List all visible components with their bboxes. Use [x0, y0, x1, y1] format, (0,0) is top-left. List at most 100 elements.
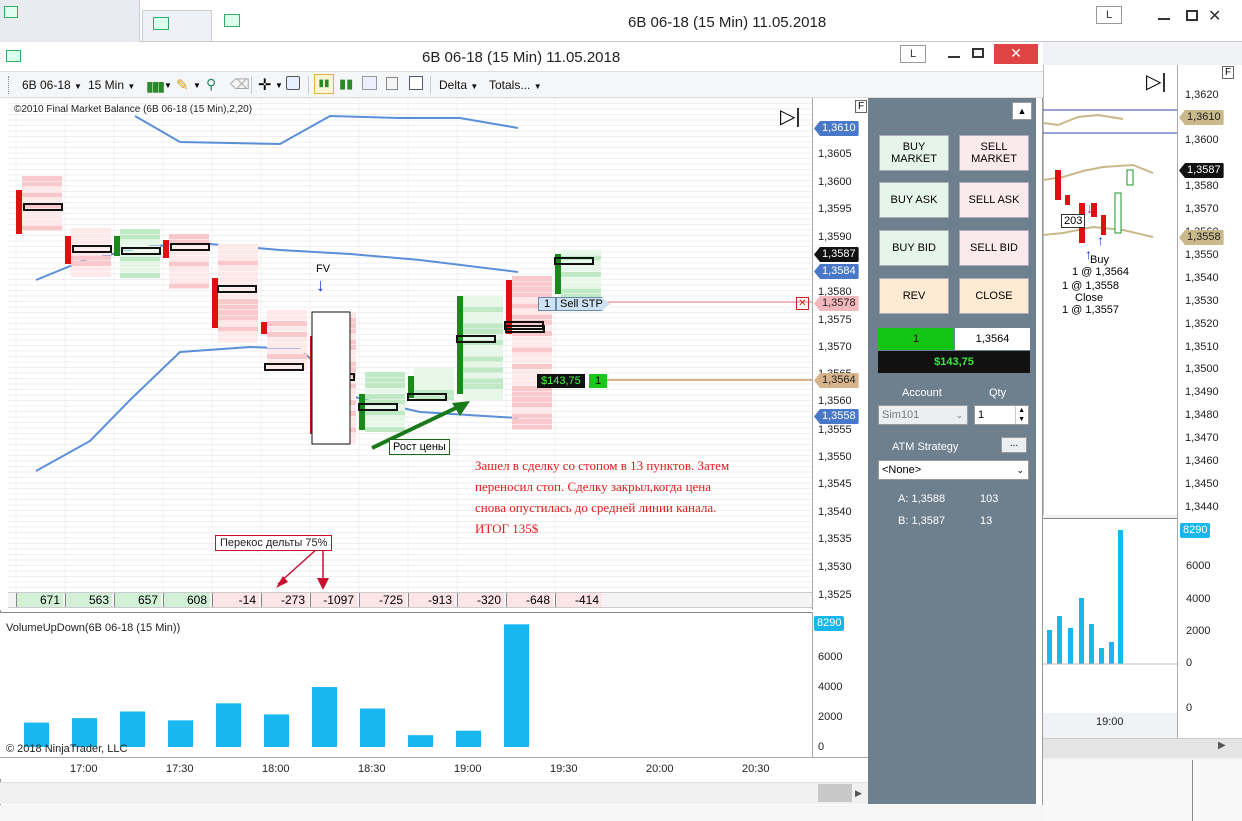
zoom-icon[interactable] [286, 76, 300, 90]
background-tab[interactable] [0, 0, 140, 42]
sell-market-button[interactable]: SELL MARKET [959, 135, 1029, 171]
delta-cell: -913 [408, 593, 455, 607]
bar-chart-icon[interactable]: ▮▮ [314, 74, 334, 94]
atm-select[interactable]: <None> ⌄ [878, 460, 1029, 480]
order-label[interactable]: Sell STP [556, 297, 610, 311]
background-close-button[interactable]: ✕ [1208, 6, 1221, 26]
footprint-cell [22, 226, 62, 231]
maximize-button[interactable] [972, 48, 984, 58]
background-minimize-button[interactable] [1158, 18, 1170, 20]
data-box-icon[interactable] [386, 77, 398, 90]
spinner-down-icon[interactable]: ▼ [1015, 415, 1027, 424]
delta-cell: -414 [555, 593, 602, 607]
position-pnl[interactable]: $143,75 [537, 374, 585, 388]
indicator-icon[interactable]: ▮▮ [339, 76, 353, 92]
position-qty[interactable]: 1 [589, 374, 607, 388]
footprint-cell [365, 389, 405, 394]
account-value: Sim101 [882, 409, 919, 421]
chevron-down-icon: ⌄ [1016, 461, 1024, 479]
footprint-cell [365, 372, 405, 377]
background-maximize-button[interactable] [1186, 10, 1198, 21]
footprint-cell [218, 266, 258, 271]
pencil-icon[interactable]: ✎ [176, 76, 189, 94]
instrument-selector[interactable]: 6B 06-18 ▼ [22, 78, 82, 92]
footprint-cell [365, 416, 405, 421]
candle-bar [163, 240, 169, 258]
footprint-cell [512, 287, 552, 292]
footprint-cell [414, 379, 454, 384]
buy-market-button[interactable]: BUY MARKET [879, 135, 949, 171]
instrument-label: 6B 06-18 [22, 78, 71, 92]
chevron-down-icon[interactable]: ▼ [164, 81, 172, 90]
pin-icon[interactable]: ⚲ [206, 76, 216, 93]
footprint-cell [267, 343, 307, 348]
account-select[interactable]: Sim101 ⌄ [878, 405, 968, 425]
close-position-button[interactable]: CLOSE [959, 278, 1029, 314]
scrollbar-thumb[interactable] [818, 784, 852, 802]
delta-menu[interactable]: Delta ▼ [439, 78, 478, 92]
background-price-tick: 1,3550 [1185, 249, 1219, 261]
background-tab-2[interactable] [142, 10, 212, 42]
chart-icon [6, 50, 21, 62]
window-title: 6B 06-18 (15 Min) 11.05.2018 [422, 49, 620, 66]
footprint-cell [218, 299, 258, 304]
buy-ask-button[interactable]: BUY ASK [879, 182, 949, 218]
reverse-button[interactable]: REV [879, 278, 949, 314]
scroll-right-icon[interactable]: ▶ [855, 788, 862, 799]
footprint-cell [169, 278, 209, 283]
chart-style-icon[interactable]: ▮▮▮ [146, 78, 163, 95]
fv-arrow-icon: ↓ [316, 276, 325, 294]
volume-tick-label: 4000 [818, 681, 842, 693]
volume-label: VolumeUpDown(6B 06-18 (15 Min)) [6, 622, 180, 634]
footprint-cell [169, 273, 209, 278]
chart-icon [153, 17, 169, 30]
chevron-down-icon[interactable]: ▼ [193, 81, 201, 90]
sell-bid-button[interactable]: SELL BID [959, 230, 1029, 266]
properties-icon[interactable] [409, 76, 423, 90]
eraser-icon[interactable]: ⌫ [230, 76, 250, 93]
footprint-cell [218, 272, 258, 277]
background-buy-label: Buy [1090, 254, 1109, 266]
order-qty[interactable]: 1 [538, 297, 556, 311]
link-button[interactable]: L [900, 45, 926, 63]
footprint-cell [512, 353, 552, 358]
horizontal-scrollbar[interactable] [0, 782, 868, 804]
sell-ask-button[interactable]: SELL ASK [959, 182, 1029, 218]
annotation-line: переносил стоп. Сделку закрыл,когда цена [475, 476, 729, 497]
panel-collapse-button[interactable]: ▲ [1012, 102, 1032, 120]
scroll-right-icon[interactable]: ▶ [1218, 740, 1226, 751]
sell-bid-label: SELL BID [970, 242, 1018, 254]
crosshair-icon[interactable]: ✛ [258, 75, 271, 95]
background-fill-2: 1 @ 1,3558 [1062, 280, 1119, 292]
footprint-cell [218, 338, 258, 343]
footprint-cell [512, 419, 552, 424]
f-label[interactable]: F [855, 100, 867, 113]
footprint-cell [512, 397, 552, 402]
goto-end-icon[interactable]: ▷| [780, 106, 801, 128]
background-volume-chart [1043, 518, 1177, 713]
minimize-button[interactable] [948, 56, 960, 58]
background-price-tick: 1,3520 [1185, 318, 1219, 330]
background-time-label: 19:00 [1096, 716, 1124, 728]
price-tag: 1,3587 [814, 247, 859, 262]
background-scrollbar[interactable] [1043, 738, 1242, 758]
cancel-order-icon[interactable]: ✕ [796, 297, 809, 310]
background-link-button[interactable]: L [1096, 6, 1122, 24]
bid-size: 13 [980, 515, 992, 527]
indicator-label: ©2010 Final Market Balance (6B 06-18 (15… [14, 104, 252, 115]
price-tick-label: 1,3530 [818, 561, 852, 573]
buy-bid-button[interactable]: BUY BID [879, 230, 949, 266]
close-button[interactable]: ✕ [994, 44, 1038, 64]
chevron-down-icon[interactable]: ▼ [275, 81, 283, 90]
footprint-cell [267, 316, 307, 321]
qty-input[interactable]: 1 ▲ ▼ [974, 405, 1029, 425]
annotation-line: ИТОГ 135$ [475, 518, 729, 539]
delta-cell: 608 [163, 593, 210, 607]
atm-settings-button[interactable]: ... [1001, 437, 1027, 453]
strategy-icon[interactable] [362, 76, 377, 90]
totals-menu[interactable]: Totals... ▼ [489, 78, 542, 92]
trade-annotation: Зашел в сделку со стопом в 13 пунктов. З… [475, 455, 729, 539]
footprint-cell [365, 378, 405, 383]
spinner-up-icon[interactable]: ▲ [1015, 406, 1027, 415]
interval-selector[interactable]: 15 Min ▼ [88, 78, 135, 92]
